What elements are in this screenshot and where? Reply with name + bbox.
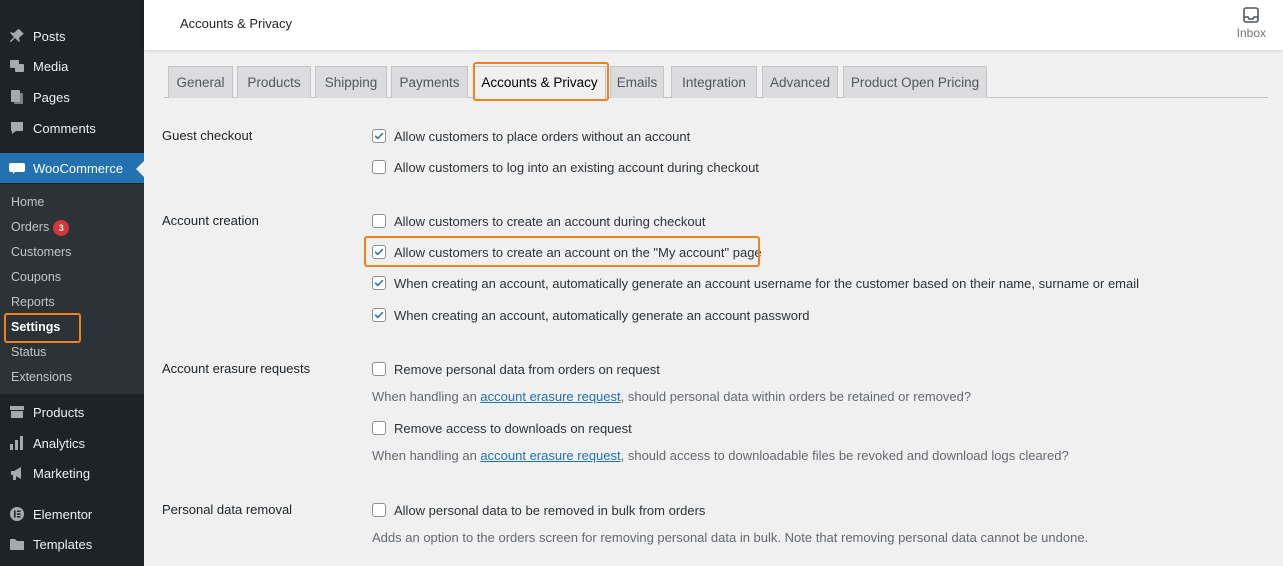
folder-icon [8,535,26,553]
tab-general[interactable]: General [168,66,233,98]
personal-data-removal-label: Personal data removal [162,502,293,517]
page-title: Accounts & Privacy [180,16,292,31]
option-generate-username[interactable]: When creating an account, automatically … [372,274,1139,292]
option-label: When creating an account, automatically … [394,275,1140,291]
guest-checkout-label: Guest checkout [162,128,253,143]
checkbox-checked[interactable] [372,276,386,290]
checkbox[interactable] [372,214,386,228]
option-remove-personal-data-orders[interactable]: Remove personal data from orders on requ… [372,360,660,378]
menu-label: Pages [33,89,70,105]
inbox-button[interactable]: Inbox [1237,6,1266,40]
option-label: When creating an account, automatically … [394,307,810,323]
desc-text: When handling an [372,448,481,463]
option-label: Allow personal data to be removed in bul… [394,502,706,518]
option-label: Remove personal data from orders on requ… [394,361,660,377]
option-label: Allow customers to create an account dur… [394,213,706,229]
checkbox[interactable] [372,160,386,174]
settings-highlight-box [4,313,81,343]
menu-elementor[interactable]: Elementor [0,499,144,529]
page-header: Accounts & Privacy Inbox [144,0,1283,50]
submenu-extensions[interactable]: Extensions [11,367,72,387]
erasure-requests-label: Account erasure requests [162,361,311,376]
option-bulk-remove-personal-data[interactable]: Allow personal data to be removed in bul… [372,501,705,519]
menu-media[interactable]: Media [0,51,144,81]
menu-woocommerce[interactable]: WooCommerce [0,153,144,183]
menu-label: Products [33,404,85,420]
checkbox-checked[interactable] [372,129,386,143]
checkbox[interactable] [372,503,386,517]
menu-analytics[interactable]: Analytics [0,428,144,458]
inbox-label: Inbox [1236,26,1266,40]
menu-products[interactable]: Products [0,397,144,427]
erasure-downloads-description: When handling an account erasure request… [372,448,1069,463]
woocommerce-submenu: Home Orders 3 Customers Coupons Reports S… [0,184,144,394]
desc-text: , should access to downloadable files be… [620,448,1069,463]
pages-icon [8,88,26,106]
option-place-orders-without-account[interactable]: Allow customers to place orders without … [372,127,690,145]
media-icon [8,57,26,75]
submenu-home[interactable]: Home [11,192,44,212]
option-label: Allow customers to log into an existing … [394,159,759,175]
bulk-removal-description: Adds an option to the orders screen for … [372,530,1089,545]
menu-label: Media [33,58,69,74]
account-creation-label: Account creation [162,213,259,228]
option-label: Allow customers to place orders without … [394,128,691,144]
menu-pages[interactable]: Pages [0,82,144,112]
menu-posts[interactable]: Posts [0,21,144,51]
menu-label: Posts [33,28,66,44]
menu-comments[interactable]: Comments [0,113,144,143]
desc-text: , should personal data within orders be … [620,389,972,404]
pin-icon [8,27,26,45]
tab-products[interactable]: Products [237,66,311,98]
menu-label: Comments [33,120,96,136]
checkbox[interactable] [372,421,386,435]
option-login-during-checkout[interactable]: Allow customers to log into an existing … [372,158,759,176]
tab-product-open-pricing[interactable]: Product Open Pricing [843,66,987,98]
option-generate-password[interactable]: When creating an account, automatically … [372,306,810,324]
settings-tabs: General Products Shipping Payments Accou… [164,66,1268,99]
my-account-option-highlight-box [364,236,760,267]
menu-label: Marketing [33,465,91,481]
account-erasure-request-link[interactable]: account erasure request [480,448,620,463]
checkmark-icon [374,279,384,287]
checkbox-checked[interactable] [372,308,386,322]
submenu-status[interactable]: Status [11,342,46,362]
tab-integration[interactable]: Integration [671,66,757,98]
tab-advanced[interactable]: Advanced [762,66,838,98]
menu-label: Analytics [33,435,86,451]
products-icon [8,403,26,421]
submenu-coupons[interactable]: Coupons [11,267,61,287]
submenu-label: Orders [11,220,50,234]
menu-marketing[interactable]: Marketing [0,458,144,488]
orders-count-badge: 3 [53,219,70,236]
admin-sidebar: Posts Media Pages Comments WooCommerce H… [0,0,144,566]
inbox-icon [1243,7,1260,23]
checkmark-icon [374,311,384,319]
tab-shipping[interactable]: Shipping [315,66,387,98]
submenu-customers[interactable]: Customers [11,242,71,262]
comments-icon [8,119,26,137]
submenu-orders[interactable]: Orders 3 [11,217,70,237]
option-remove-download-access[interactable]: Remove access to downloads on request [372,419,632,437]
menu-label: Elementor [33,506,93,522]
menu-label: Templates [33,536,93,552]
current-menu-arrow [136,161,144,177]
submenu-reports[interactable]: Reports [11,292,55,312]
desc-text: When handling an [372,389,481,404]
tab-emails[interactable]: Emails [610,66,664,98]
account-erasure-request-link[interactable]: account erasure request [480,389,620,404]
erasure-orders-description: When handling an account erasure request… [372,389,971,404]
menu-label: WooCommerce [33,160,124,176]
active-tab-highlight-box [473,62,609,101]
option-create-account-checkout[interactable]: Allow customers to create an account dur… [372,212,705,230]
marketing-icon [8,464,26,482]
woo-icon [8,159,26,177]
tab-payments[interactable]: Payments [391,66,468,98]
analytics-icon [8,434,26,452]
menu-templates[interactable]: Templates [0,529,144,559]
option-label: Remove access to downloads on request [394,420,632,436]
checkmark-icon [374,132,384,140]
checkbox[interactable] [372,362,386,376]
elementor-icon [8,505,26,523]
